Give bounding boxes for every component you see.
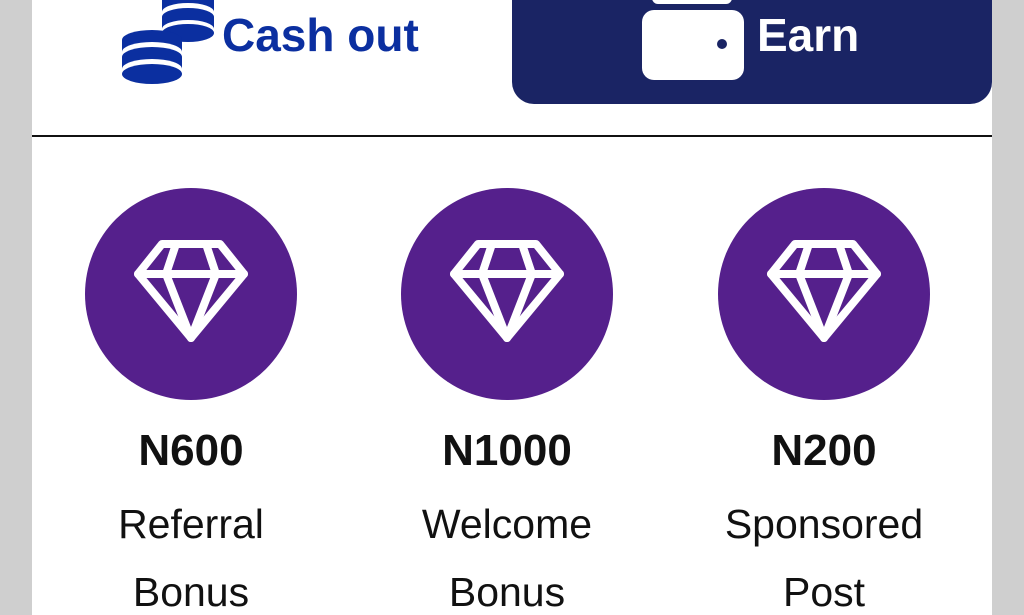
coins-icon bbox=[122, 0, 214, 84]
bonus-label-line2: Bonus bbox=[132, 569, 250, 615]
wallet-icon bbox=[642, 0, 744, 80]
bonus-amount: N200 bbox=[771, 426, 877, 475]
bonus-circle bbox=[401, 188, 613, 400]
bonus-circle bbox=[718, 188, 930, 400]
earnings-screen: Cash out Earn N600 Referral Bonus N1000 … bbox=[32, 0, 992, 615]
bonus-item-welcome[interactable]: N1000 Welcome Bonus bbox=[357, 188, 657, 615]
bonus-amount: N1000 bbox=[442, 426, 572, 475]
bonus-label-line1: Referral bbox=[118, 501, 264, 547]
top-action-bar: Cash out Earn bbox=[32, 0, 992, 137]
bonus-label: Welcome Bonus bbox=[357, 490, 657, 615]
bonus-circle bbox=[85, 188, 297, 400]
bonus-label-line2: Post bbox=[782, 569, 866, 615]
diamond-icon bbox=[134, 240, 248, 342]
bonus-amount: N600 bbox=[138, 426, 244, 475]
bonus-label: Sponsored Post bbox=[674, 490, 974, 615]
bonus-label-line2: Bonus bbox=[448, 569, 566, 615]
earn-button[interactable]: Earn bbox=[512, 0, 992, 104]
diamond-icon bbox=[767, 240, 881, 342]
bonus-label: Referral Bonus bbox=[41, 490, 341, 615]
bonus-item-sponsored[interactable]: N200 Sponsored Post bbox=[674, 188, 974, 615]
bonus-label-line1: Welcome bbox=[421, 501, 593, 547]
cash-out-button[interactable]: Cash out bbox=[112, 0, 452, 100]
bonus-label-line1: Sponsored bbox=[724, 501, 924, 547]
earn-label: Earn bbox=[757, 9, 860, 61]
bonus-item-referral[interactable]: N600 Referral Bonus bbox=[41, 188, 341, 615]
cash-out-label: Cash out bbox=[222, 9, 419, 61]
diamond-icon bbox=[450, 240, 564, 342]
